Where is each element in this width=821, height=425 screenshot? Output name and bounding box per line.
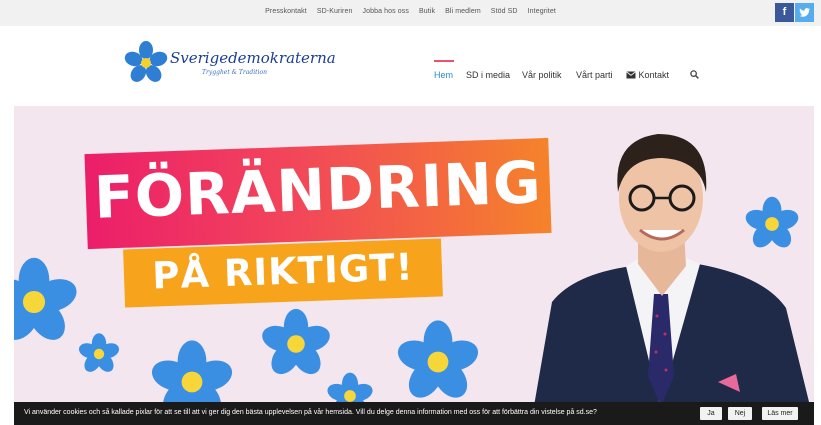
- nav-var-politik[interactable]: Vår politik: [522, 70, 562, 80]
- twitter-bird-icon: [799, 8, 811, 17]
- cookie-read-more-button[interactable]: Läs mer: [762, 407, 798, 420]
- search-icon: [690, 70, 699, 79]
- cookie-consent-bar: Vi använder cookies och så kallade pixla…: [14, 402, 814, 425]
- cookie-accept-button[interactable]: Ja: [700, 407, 722, 420]
- cookie-message: Vi använder cookies och så kallade pixla…: [24, 409, 597, 416]
- envelope-icon: [626, 71, 636, 79]
- hero-subheadline: PÅ RIKTIGT!: [151, 245, 415, 298]
- logo-flower-icon: [124, 41, 168, 82]
- active-nav-indicator: [434, 60, 454, 62]
- person-photo: [534, 134, 810, 406]
- toplink-sd-kuriren[interactable]: SD-Kuriren: [317, 8, 353, 15]
- nav-sd-i-media[interactable]: SD i media: [466, 70, 510, 80]
- facebook-icon[interactable]: f: [775, 3, 794, 22]
- toplink-jobba-hos-oss[interactable]: Jobba hos oss: [363, 8, 409, 15]
- hero-banner[interactable]: FÖRÄNDRING PÅ RIKTIGT!: [14, 106, 814, 406]
- toplink-integritet[interactable]: Integritet: [528, 8, 556, 15]
- nav-hem[interactable]: Hem: [434, 70, 453, 80]
- logo[interactable]: Sverigedemokraterna Trygghet & Tradition: [124, 39, 336, 89]
- toplink-butik[interactable]: Butik: [419, 8, 435, 15]
- toplink-presskontakt[interactable]: Presskontakt: [265, 8, 307, 15]
- logo-tagline: Trygghet & Tradition: [202, 69, 267, 76]
- search-button[interactable]: [690, 70, 699, 81]
- nav-vart-parti[interactable]: Vårt parti: [576, 70, 613, 80]
- cookie-decline-button[interactable]: Nej: [728, 407, 752, 420]
- logo-wordmark: Sverigedemokraterna: [170, 49, 336, 67]
- site-header: Sverigedemokraterna Trygghet & Tradition…: [0, 26, 821, 106]
- nav-kontakt[interactable]: Kontakt: [626, 70, 669, 80]
- subheadline-banner: PÅ RIKTIGT!: [123, 238, 443, 308]
- top-utility-bar: Presskontakt SD-Kuriren Jobba hos oss Bu…: [0, 0, 821, 26]
- toplink-bli-medlem[interactable]: Bli medlem: [445, 8, 481, 15]
- top-links: Presskontakt SD-Kuriren Jobba hos oss Bu…: [0, 8, 821, 15]
- toplink-stod-sd[interactable]: Stöd SD: [491, 8, 518, 15]
- nav-kontakt-label: Kontakt: [638, 70, 670, 80]
- hero-headline: FÖRÄNDRING: [93, 148, 543, 232]
- headline-banner: FÖRÄNDRING: [84, 137, 552, 250]
- twitter-icon[interactable]: [795, 3, 814, 22]
